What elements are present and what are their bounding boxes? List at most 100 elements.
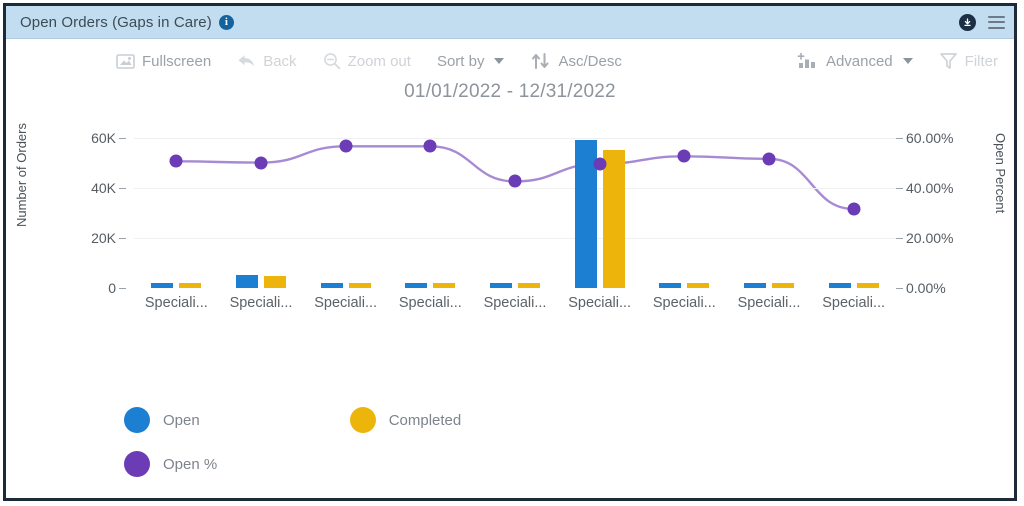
data-point-open-percent[interactable]	[762, 152, 776, 166]
x-axis-label: Speciali...	[737, 295, 801, 311]
widget-title-bar: Open Orders (Gaps in Care) i	[6, 6, 1014, 39]
data-point-open-percent[interactable]	[423, 139, 437, 153]
back-label: Back	[263, 52, 297, 70]
bar-open[interactable]	[744, 283, 766, 288]
bar-open[interactable]	[828, 283, 851, 288]
asc-desc-button[interactable]: Asc/Desc	[530, 52, 622, 70]
legend-item-completed[interactable]: Completed	[349, 407, 462, 433]
bar-completed[interactable]	[264, 275, 286, 288]
legend-label-completed: Completed	[388, 411, 462, 429]
bar-open[interactable]	[320, 283, 343, 288]
x-axis-label: Speciali...	[314, 295, 378, 311]
legend-row-2: Open %	[124, 442, 624, 486]
y-axis-right-ticks: 0.00% 20.00% 40.00% 60.00%	[894, 125, 974, 296]
y-tick-label-left: 40K	[91, 179, 116, 196]
advanced-label: Advanced	[825, 52, 893, 70]
y-axis-left-title: Number of Orders	[14, 123, 29, 228]
chart-area: Number of Orders Open Percent 0 20K 40K 60K…	[6, 115, 1014, 345]
zoom-out-button[interactable]: Zoom out	[323, 52, 411, 70]
y-tick-label-left: 20K	[91, 229, 116, 246]
legend-swatch-open	[124, 407, 150, 433]
fullscreen-button[interactable]: Fullscreen	[116, 53, 211, 70]
y-tick-mark-right	[896, 137, 903, 139]
y-tick-mark-right	[896, 187, 903, 189]
x-axis-label: Speciali...	[483, 295, 547, 311]
page-title: Open Orders (Gaps in Care)	[20, 13, 212, 31]
funnel-icon	[939, 52, 958, 70]
y-tick-label-right: 0.00%	[906, 280, 946, 296]
filter-button[interactable]: Filter	[939, 52, 998, 70]
y-tick-label-right: 40.00%	[906, 179, 954, 196]
info-icon[interactable]: i	[218, 14, 234, 30]
back-button[interactable]: Back	[237, 52, 297, 70]
data-point-open-percent[interactable]	[254, 156, 268, 170]
y-tick-mark-right	[896, 288, 903, 289]
data-point-open-percent[interactable]	[593, 157, 607, 171]
bar-open[interactable]	[490, 283, 512, 288]
open-percent-line	[176, 145, 854, 211]
legend-row-1: Open Completed	[124, 398, 624, 442]
hamburger-menu-icon[interactable]	[988, 15, 1005, 29]
data-point-open-percent[interactable]	[508, 174, 522, 188]
advanced-chart-icon	[797, 52, 819, 70]
y-tick-label-right: 60.00%	[906, 129, 954, 146]
download-icon[interactable]	[959, 13, 976, 31]
data-point-open-percent[interactable]	[339, 139, 353, 153]
x-axis-label: Speciali...	[568, 295, 632, 311]
y-tick-mark-left	[119, 288, 126, 289]
bar-open[interactable]	[151, 283, 174, 288]
advanced-dropdown[interactable]: Advanced	[797, 52, 913, 70]
back-arrow-icon	[237, 53, 256, 69]
title-bar-actions	[959, 6, 1005, 38]
bar-open[interactable]	[659, 283, 682, 288]
y-tick-mark-left	[119, 137, 126, 139]
fullscreen-label: Fullscreen	[142, 52, 212, 70]
asc-desc-label: Asc/Desc	[558, 52, 622, 70]
x-axis-label: Speciali...	[144, 295, 208, 311]
chart-toolbar: Fullscreen Back Zoom out Sort by Asc/Des…	[6, 39, 1014, 83]
x-axis-label: Speciali...	[398, 295, 462, 311]
bar-open[interactable]	[405, 283, 428, 288]
y-tick-label-right: 20.00%	[906, 229, 954, 246]
x-axis-label: Speciali...	[229, 295, 293, 311]
bar-completed[interactable]	[179, 283, 202, 288]
zoom-out-label: Zoom out	[347, 52, 411, 70]
y-axis-left-ticks: 0 20K 40K 60K	[66, 125, 128, 296]
x-axis-labels: Speciali... Speciali... Speciali... Special…	[134, 295, 896, 319]
bar-completed[interactable]	[687, 283, 710, 288]
sort-by-label: Sort by	[436, 52, 485, 70]
sort-by-dropdown[interactable]: Sort by	[437, 53, 505, 70]
chart-legend: Open Completed Open %	[124, 398, 624, 486]
fullscreen-icon	[116, 53, 135, 69]
bar-completed[interactable]	[433, 283, 456, 288]
y-tick-mark-left	[119, 237, 126, 239]
bar-completed[interactable]	[602, 150, 625, 288]
zoom-out-icon	[323, 52, 341, 70]
bar-completed[interactable]	[772, 283, 794, 288]
legend-item-open-pct[interactable]: Open %	[124, 451, 217, 477]
legend-swatch-open-percent	[124, 451, 150, 477]
bar-completed[interactable]	[518, 283, 540, 288]
data-point-open-percent[interactable]	[847, 202, 861, 216]
legend-label-open-percent: Open %	[163, 455, 218, 473]
sort-arrows-icon	[530, 52, 551, 70]
x-axis-label: Speciali...	[652, 295, 716, 311]
x-axis-label: Speciali...	[822, 295, 886, 311]
toolbar-right-group: Advanced Filter	[797, 39, 998, 83]
filter-label: Filter	[964, 52, 998, 70]
y-tick-label-left: 0	[108, 280, 116, 296]
y-tick-mark-right	[896, 237, 903, 239]
bar-completed[interactable]	[348, 283, 371, 288]
legend-swatch-completed	[349, 407, 376, 433]
data-point-open-percent[interactable]	[169, 154, 183, 168]
data-point-open-percent[interactable]	[677, 149, 691, 163]
gridline	[134, 137, 896, 139]
open-orders-widget: Open Orders (Gaps in Care) i Fullscreen …	[3, 3, 1017, 501]
y-tick-label-left: 60K	[91, 129, 116, 146]
bar-completed[interactable]	[856, 283, 879, 288]
legend-item-open[interactable]: Open	[124, 407, 200, 433]
date-range-subtitle: 01/01/2022 - 12/31/2022	[404, 81, 616, 102]
chevron-down-icon	[494, 58, 505, 64]
bar-open[interactable]	[236, 274, 258, 288]
legend-label-open: Open	[163, 411, 200, 429]
